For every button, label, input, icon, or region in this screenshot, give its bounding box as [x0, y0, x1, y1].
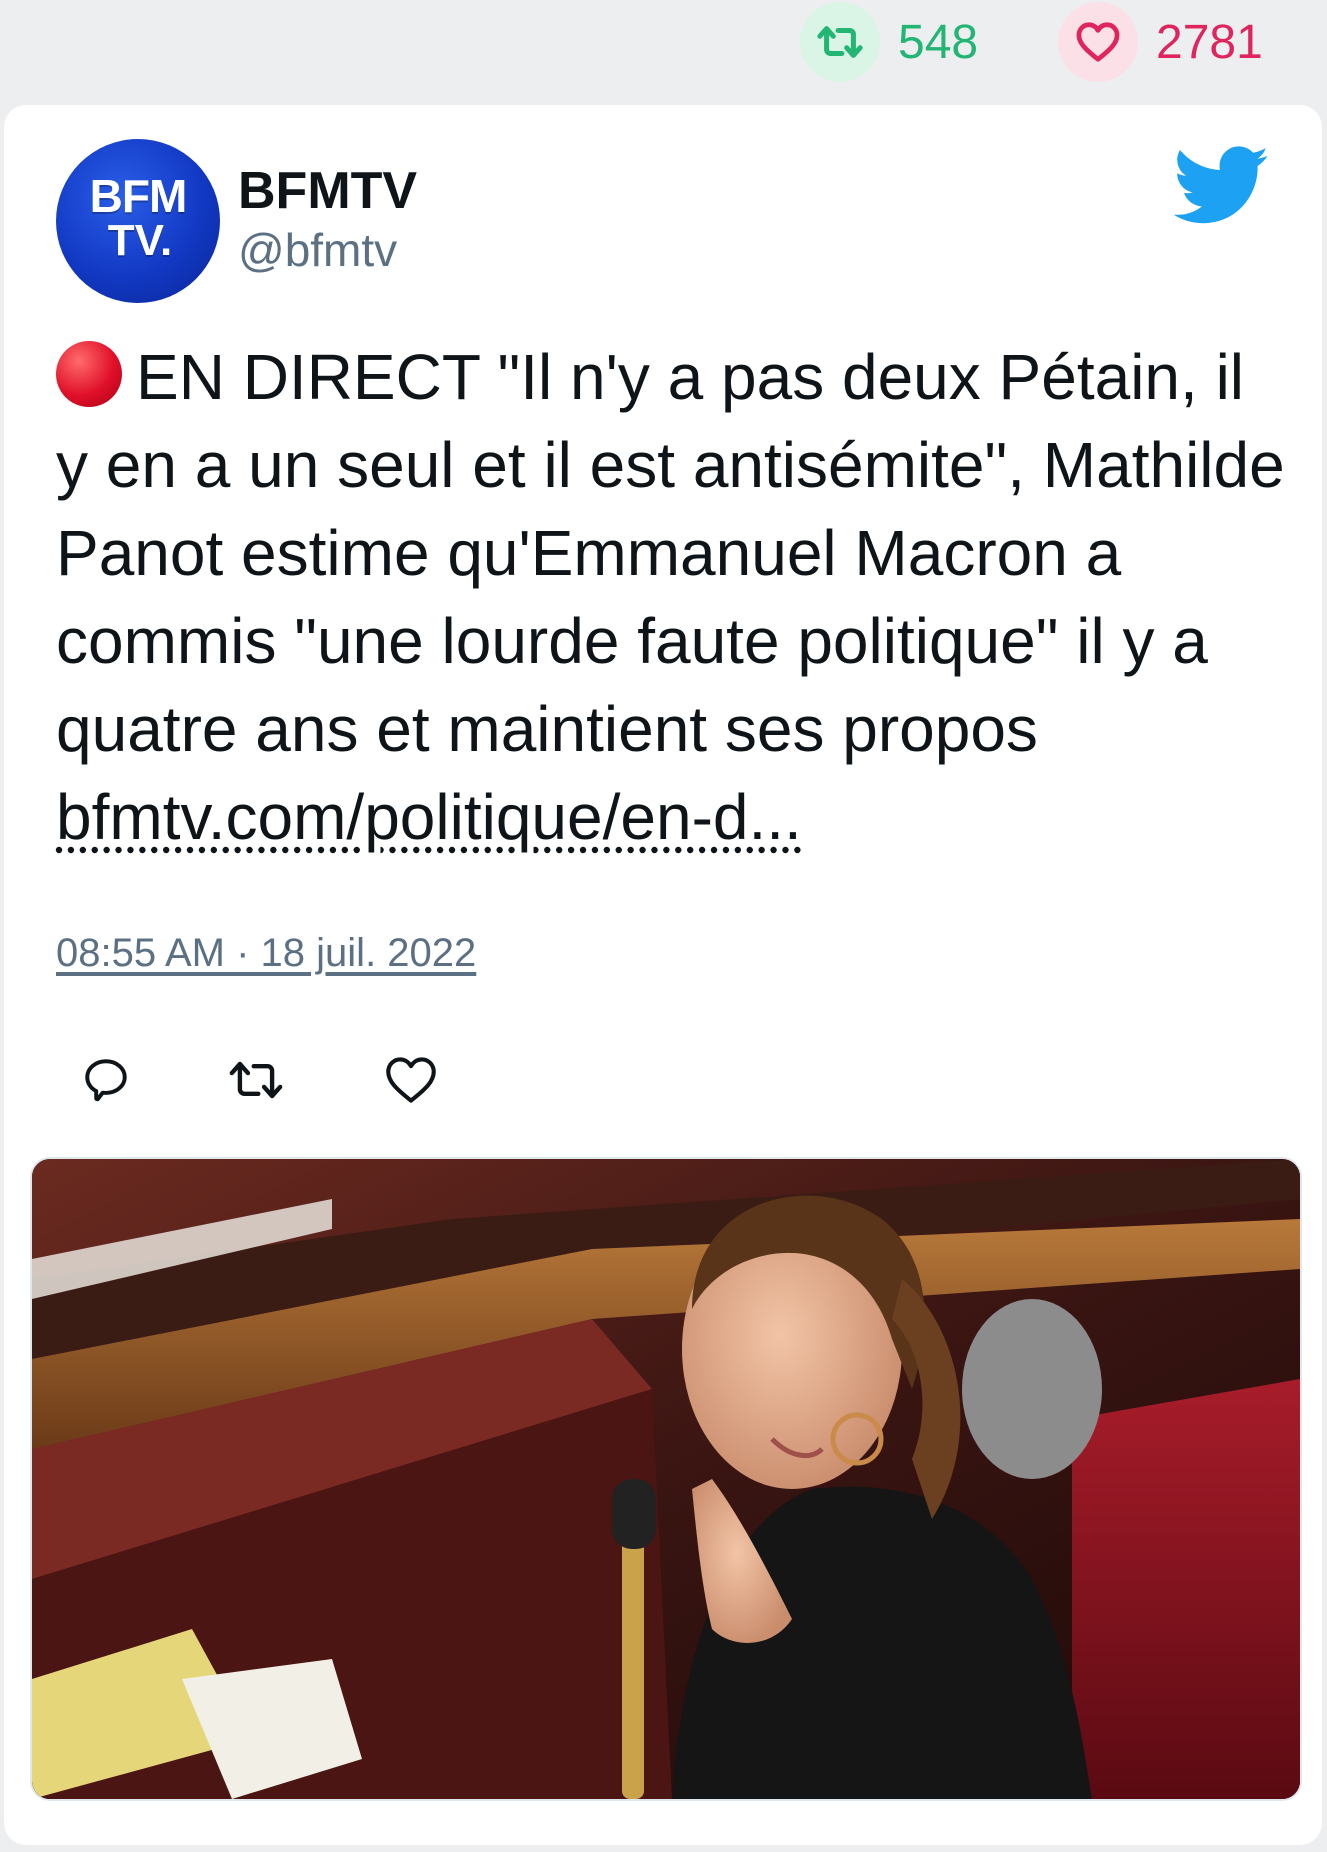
- avatar-logo-line1: BFM: [89, 170, 188, 222]
- tweet-text: EN DIRECT "Il n'y a pas deux Pétain, il …: [56, 333, 1286, 861]
- heart-icon: [1058, 2, 1138, 82]
- retweet-icon: [800, 2, 880, 82]
- tweet-timestamp[interactable]: 08:55 AM · 18 juil. 2022: [56, 931, 476, 976]
- like-action-icon[interactable]: [376, 1045, 446, 1115]
- red-circle-icon: [56, 341, 122, 407]
- article-link[interactable]: bfmtv.com/politique/en-d...: [56, 781, 802, 853]
- avatar[interactable]: BFM TV.: [56, 139, 220, 303]
- retweet-action-icon[interactable]: [221, 1045, 291, 1115]
- retweet-stat[interactable]: 548: [800, 2, 978, 82]
- like-count: 2781: [1156, 15, 1263, 69]
- engagement-stats: 548 2781: [0, 0, 1327, 96]
- tweet-card: BFM TV. BFMTV @bfmtv EN DIRECT "Il n'y a…: [4, 105, 1322, 1845]
- avatar-logo-line2: TV.: [107, 216, 173, 265]
- author-handle[interactable]: @bfmtv: [238, 223, 397, 277]
- twitter-bird-icon[interactable]: [1173, 145, 1270, 227]
- tweet-body: EN DIRECT "Il n'y a pas deux Pétain, il …: [56, 341, 1285, 765]
- like-stat[interactable]: 2781: [1058, 2, 1263, 82]
- retweet-count: 548: [898, 15, 979, 69]
- reply-icon[interactable]: [71, 1045, 141, 1115]
- tweet-media-photo[interactable]: [30, 1157, 1302, 1801]
- author-name[interactable]: BFMTV: [238, 161, 417, 221]
